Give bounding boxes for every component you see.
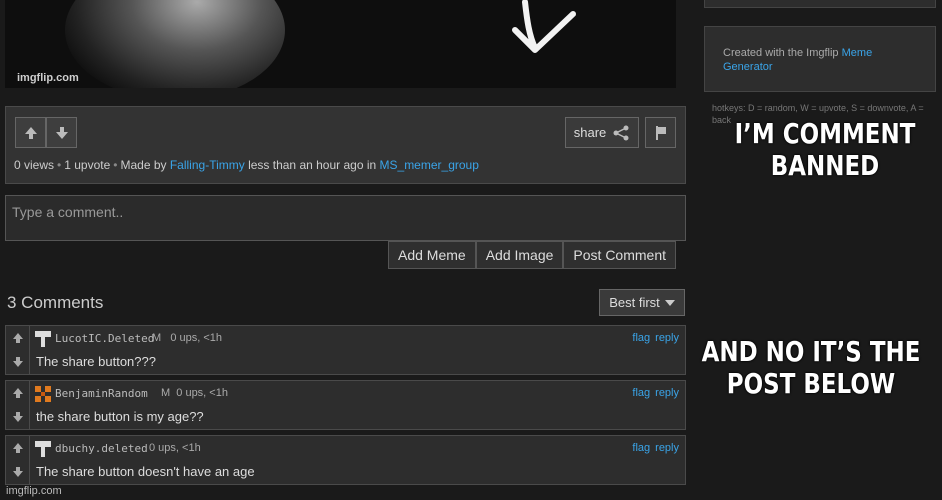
caption-top: I’M COMMENT BANNED	[734, 117, 916, 183]
flag-icon	[655, 125, 666, 140]
arrow-down-icon[interactable]	[12, 411, 24, 423]
avatar[interactable]	[34, 330, 52, 348]
comment-actions-links: flag reply	[627, 332, 679, 344]
comment-item: dbuchy.deleted 0 ups, <1h flag reply The …	[5, 435, 686, 485]
upvote-count: 1 upvote	[64, 158, 111, 172]
downvote-button[interactable]	[46, 117, 77, 148]
arrow-up-icon[interactable]	[12, 442, 24, 454]
arrow-down-icon[interactable]	[12, 356, 24, 368]
chevron-down-icon	[664, 299, 675, 306]
author-link[interactable]: Falling-Timmy	[170, 158, 245, 172]
flag-link[interactable]: flag	[632, 332, 650, 344]
time-label: less than an hour ago in	[248, 158, 377, 172]
comment-actions-links: flag reply	[627, 442, 679, 454]
comment-placeholder: Type a comment..	[12, 204, 124, 220]
comment-username[interactable]: LucotIC.Deleted	[55, 332, 154, 345]
views-count: 0 views	[14, 158, 55, 172]
post-panel: share 0 views • 1 upvote • Made by Falling-T…	[5, 106, 686, 184]
created-with-label: Created with the Imgflip	[723, 47, 842, 59]
comment-info: M 0 ups, <1h	[161, 387, 228, 399]
comment-item: BenjaminRandom M 0 ups, <1h flag reply th…	[5, 380, 686, 430]
comment-votes	[6, 381, 30, 429]
comment-text: The share button???	[36, 354, 156, 369]
arrow-up-icon	[24, 126, 37, 139]
share-icon	[613, 125, 629, 140]
comment-text: The share button doesn't have an age	[36, 464, 255, 479]
share-label: share	[573, 125, 607, 140]
comment-item: LucotIC.Deleted M 0 ups, <1h flag reply T…	[5, 325, 686, 375]
made-by-label: Made by	[120, 158, 167, 172]
upvote-button[interactable]	[15, 117, 46, 148]
meme-image: imgflip.com	[5, 0, 676, 88]
arrow-down-icon[interactable]	[12, 466, 24, 478]
comment-text: the share button is my age??	[36, 409, 204, 424]
arrow-down-icon	[55, 126, 68, 139]
avatar[interactable]	[34, 440, 52, 458]
meme-generator-box: Created with the Imgflip Meme Generator	[704, 26, 936, 92]
comment-votes	[6, 436, 30, 484]
arrow-up-icon[interactable]	[12, 387, 24, 399]
comment-username[interactable]: BenjaminRandom	[55, 387, 148, 400]
meme-watermark: imgflip.com	[17, 72, 79, 84]
avatar[interactable]	[34, 385, 52, 403]
comment-actions-links: flag reply	[627, 387, 679, 399]
reply-link[interactable]: reply	[655, 442, 679, 454]
arrow-up-icon[interactable]	[12, 332, 24, 344]
stream-link[interactable]: MS_memer_group	[380, 158, 479, 172]
reply-link[interactable]: reply	[655, 387, 679, 399]
comment-username[interactable]: dbuchy.deleted	[55, 442, 148, 455]
add-image-button[interactable]: Add Image	[475, 241, 564, 269]
share-button[interactable]: share	[565, 117, 639, 148]
reply-link[interactable]: reply	[655, 332, 679, 344]
flag-link[interactable]: flag	[632, 387, 650, 399]
comment-info: 0 ups, <1h	[149, 442, 201, 454]
comment-actions: Add Meme Add Image Post Comment	[388, 241, 677, 269]
sort-dropdown[interactable]: Best first	[599, 289, 685, 316]
sort-label: Best first	[609, 295, 660, 310]
comment-input[interactable]: Type a comment..	[5, 195, 686, 241]
arrow-drawing	[512, 0, 576, 53]
caption-bottom: AND NO IT’S THE POST BELOW	[701, 335, 921, 401]
footer-watermark: imgflip.com	[6, 485, 62, 497]
sidebar-top-box	[704, 0, 936, 8]
meme-face-photo	[65, 0, 285, 88]
add-meme-button[interactable]: Add Meme	[388, 241, 476, 269]
comment-votes	[6, 326, 30, 374]
post-comment-button[interactable]: Post Comment	[563, 241, 677, 269]
flag-button[interactable]	[645, 117, 676, 148]
post-meta: 0 views • 1 upvote • Made by Falling-Timmy l…	[14, 158, 479, 172]
flag-link[interactable]: flag	[632, 442, 650, 454]
comments-count-title: 3 Comments	[7, 293, 104, 312]
comment-info: M 0 ups, <1h	[152, 332, 223, 344]
